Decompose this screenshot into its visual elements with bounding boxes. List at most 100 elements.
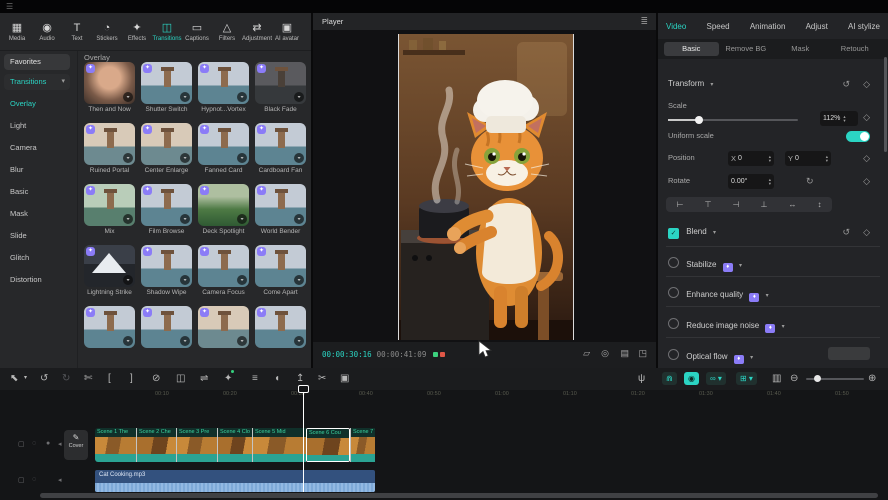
video-track-mute-icon[interactable]: ● bbox=[46, 440, 50, 447]
align-bottom-icon[interactable]: ⊥ bbox=[760, 200, 767, 209]
transition-item[interactable]: Hypnot...Vortex bbox=[198, 62, 249, 113]
monitor-icon[interactable]: ▥ bbox=[772, 372, 781, 385]
timeline-zoom-out-icon[interactable]: ⊖ bbox=[790, 372, 798, 385]
menu-icon[interactable]: ☰ bbox=[6, 2, 13, 11]
auto-preview-button[interactable]: ◉ bbox=[684, 372, 699, 385]
scale-slider-knob[interactable] bbox=[695, 116, 703, 124]
player-options-icon[interactable]: ≣ bbox=[640, 16, 648, 27]
microphone-icon[interactable]: ψ bbox=[638, 372, 645, 385]
video-track-solo-icon[interactable]: ◂ bbox=[58, 440, 62, 448]
tab-stickers[interactable]: ◔Stickers bbox=[92, 14, 122, 50]
timeline-zoom-knob[interactable] bbox=[814, 375, 821, 382]
transition-item[interactable]: Black Fade bbox=[255, 62, 306, 113]
chevron-down-icon[interactable]: ▾ bbox=[750, 355, 753, 361]
timeline-zoom-in-icon[interactable]: ⊕ bbox=[868, 372, 876, 385]
align-top-icon[interactable]: ⊤ bbox=[704, 200, 711, 209]
video-track-visibility-icon[interactable]: ▢ bbox=[18, 440, 25, 448]
tab-adjust[interactable]: Adjust bbox=[806, 22, 828, 31]
reset-icon[interactable]: ↺ bbox=[842, 227, 850, 238]
align-center-v-icon[interactable]: ↕ bbox=[817, 200, 821, 209]
category-camera[interactable]: Camera bbox=[10, 143, 37, 152]
transition-item[interactable] bbox=[141, 306, 192, 348]
tab-transitions[interactable]: ◫Transitions bbox=[152, 14, 182, 50]
tab-media[interactable]: ▦Media bbox=[2, 14, 32, 50]
select-tool-icon[interactable]: ⬉ bbox=[10, 372, 18, 385]
chevron-down-icon[interactable]: ▾ bbox=[782, 324, 785, 330]
clip-scene-3[interactable]: Scene 3 Pre bbox=[176, 428, 217, 462]
transition-item[interactable]: Shadow Wipe bbox=[141, 245, 192, 296]
transition-item[interactable]: Mix bbox=[84, 184, 135, 235]
favorites-button[interactable]: Favorites bbox=[4, 54, 70, 70]
video-preview-area[interactable] bbox=[313, 30, 656, 342]
keyframe-diamond-icon[interactable]: ◇ bbox=[863, 112, 870, 123]
transition-item[interactable] bbox=[255, 306, 306, 348]
stepper-icon[interactable]: ▴▾ bbox=[826, 155, 828, 163]
playhead-line[interactable] bbox=[303, 388, 304, 492]
timeline-ruler[interactable]: 00:10 00:20 00:30 00:40 00:50 01:00 01:1… bbox=[0, 390, 888, 399]
category-slide[interactable]: Slide bbox=[10, 231, 27, 240]
stepper-icon[interactable]: ▴▾ bbox=[769, 178, 771, 186]
keyframe-diamond-icon[interactable]: ◇ bbox=[863, 176, 870, 187]
tab-ai-avatar[interactable]: ▣AI avatar bbox=[272, 14, 302, 50]
category-glitch[interactable]: Glitch bbox=[10, 253, 29, 262]
transition-item[interactable] bbox=[84, 306, 135, 348]
keyframe-diamond-icon[interactable]: ◇ bbox=[863, 79, 870, 90]
scale-slider[interactable] bbox=[668, 119, 798, 121]
optical-flow-checkbox[interactable] bbox=[668, 349, 679, 360]
transition-item[interactable]: Camera Focus bbox=[198, 245, 249, 296]
position-x-field[interactable]: X 0▴▾ bbox=[728, 151, 774, 166]
reset-icon[interactable]: ↺ bbox=[842, 79, 850, 90]
blend-checkbox[interactable]: ✓ bbox=[668, 228, 679, 239]
subtab-remove-bg[interactable]: Remove BG bbox=[719, 42, 774, 56]
undo-icon[interactable]: ↺ bbox=[40, 372, 48, 385]
clip-scene-4[interactable]: Scene 4 Clo bbox=[217, 428, 252, 462]
transition-item[interactable]: Shutter Switch bbox=[141, 62, 192, 113]
transition-item[interactable]: Come Apart bbox=[255, 245, 306, 296]
keyframe-diamond-icon[interactable]: ◇ bbox=[863, 227, 870, 238]
transition-item[interactable]: Lightning Strike bbox=[84, 245, 135, 296]
rotate-field[interactable]: 0.00°▴▾ bbox=[728, 174, 774, 189]
audio-track-lock-icon[interactable]: ◌ bbox=[32, 476, 36, 483]
align-left-icon[interactable]: ⊢ bbox=[677, 200, 684, 209]
tab-video[interactable]: Video bbox=[666, 22, 686, 31]
subtab-retouch[interactable]: Retouch bbox=[828, 42, 883, 56]
category-overlay[interactable]: Overlay bbox=[10, 99, 36, 108]
tab-text[interactable]: TText bbox=[62, 14, 92, 50]
timeline-horizontal-scrollbar[interactable] bbox=[40, 493, 878, 498]
transition-item[interactable] bbox=[198, 306, 249, 348]
freeze-frame-icon[interactable]: ◫ bbox=[176, 372, 185, 385]
tab-captions[interactable]: ▭Captions bbox=[182, 14, 212, 50]
stepper-icon[interactable]: ▴▾ bbox=[769, 155, 771, 163]
audio-track-solo-icon[interactable]: ◂ bbox=[58, 476, 62, 484]
transition-item[interactable]: Then and Now bbox=[84, 62, 135, 113]
stabilize-checkbox[interactable] bbox=[668, 257, 679, 268]
audio-clip[interactable]: Cat Cooking.mp3 bbox=[95, 470, 375, 492]
transition-item[interactable]: Cardboard Fan bbox=[255, 123, 306, 174]
trim-right-icon[interactable]: ] bbox=[130, 372, 133, 385]
chevron-down-icon[interactable]: ▾ bbox=[739, 263, 742, 269]
collapse-caret-icon[interactable]: ▾ bbox=[710, 82, 713, 88]
preview-quality-icon[interactable]: ▤ bbox=[620, 348, 629, 359]
uniform-scale-toggle[interactable] bbox=[846, 131, 870, 142]
clip-scene-2[interactable]: Scene 2 Che bbox=[136, 428, 176, 462]
mask-tool-icon[interactable]: ✂ bbox=[318, 372, 326, 385]
snapping-button[interactable]: ⋒ bbox=[662, 372, 677, 385]
chevron-down-icon[interactable]: ▾ bbox=[766, 293, 769, 299]
subtab-mask[interactable]: Mask bbox=[773, 42, 828, 56]
transition-item[interactable]: Deck Spotlight bbox=[198, 184, 249, 235]
align-center-h-icon[interactable]: ↔ bbox=[788, 200, 796, 209]
category-mask[interactable]: Mask bbox=[10, 209, 28, 218]
audio-tool-icon[interactable]: ◖ bbox=[274, 372, 280, 385]
reduce-noise-checkbox[interactable] bbox=[668, 318, 679, 329]
transition-item[interactable]: Center Enlarge bbox=[141, 123, 192, 174]
category-light[interactable]: Light bbox=[10, 121, 26, 130]
keyframe-diamond-icon[interactable]: ◇ bbox=[863, 153, 870, 164]
tab-effects[interactable]: ✦Effects bbox=[122, 14, 152, 50]
optical-flow-action-button[interactable] bbox=[828, 347, 870, 360]
playhead-handle[interactable] bbox=[298, 385, 309, 393]
linking-button[interactable]: ∞ ▾ bbox=[706, 372, 726, 385]
category-distortion[interactable]: Distortion bbox=[10, 275, 42, 284]
video-track-lock-icon[interactable]: ◌ bbox=[32, 440, 36, 447]
chevron-down-icon[interactable]: ▾ bbox=[713, 230, 716, 236]
tab-filters[interactable]: △Filters bbox=[212, 14, 242, 50]
